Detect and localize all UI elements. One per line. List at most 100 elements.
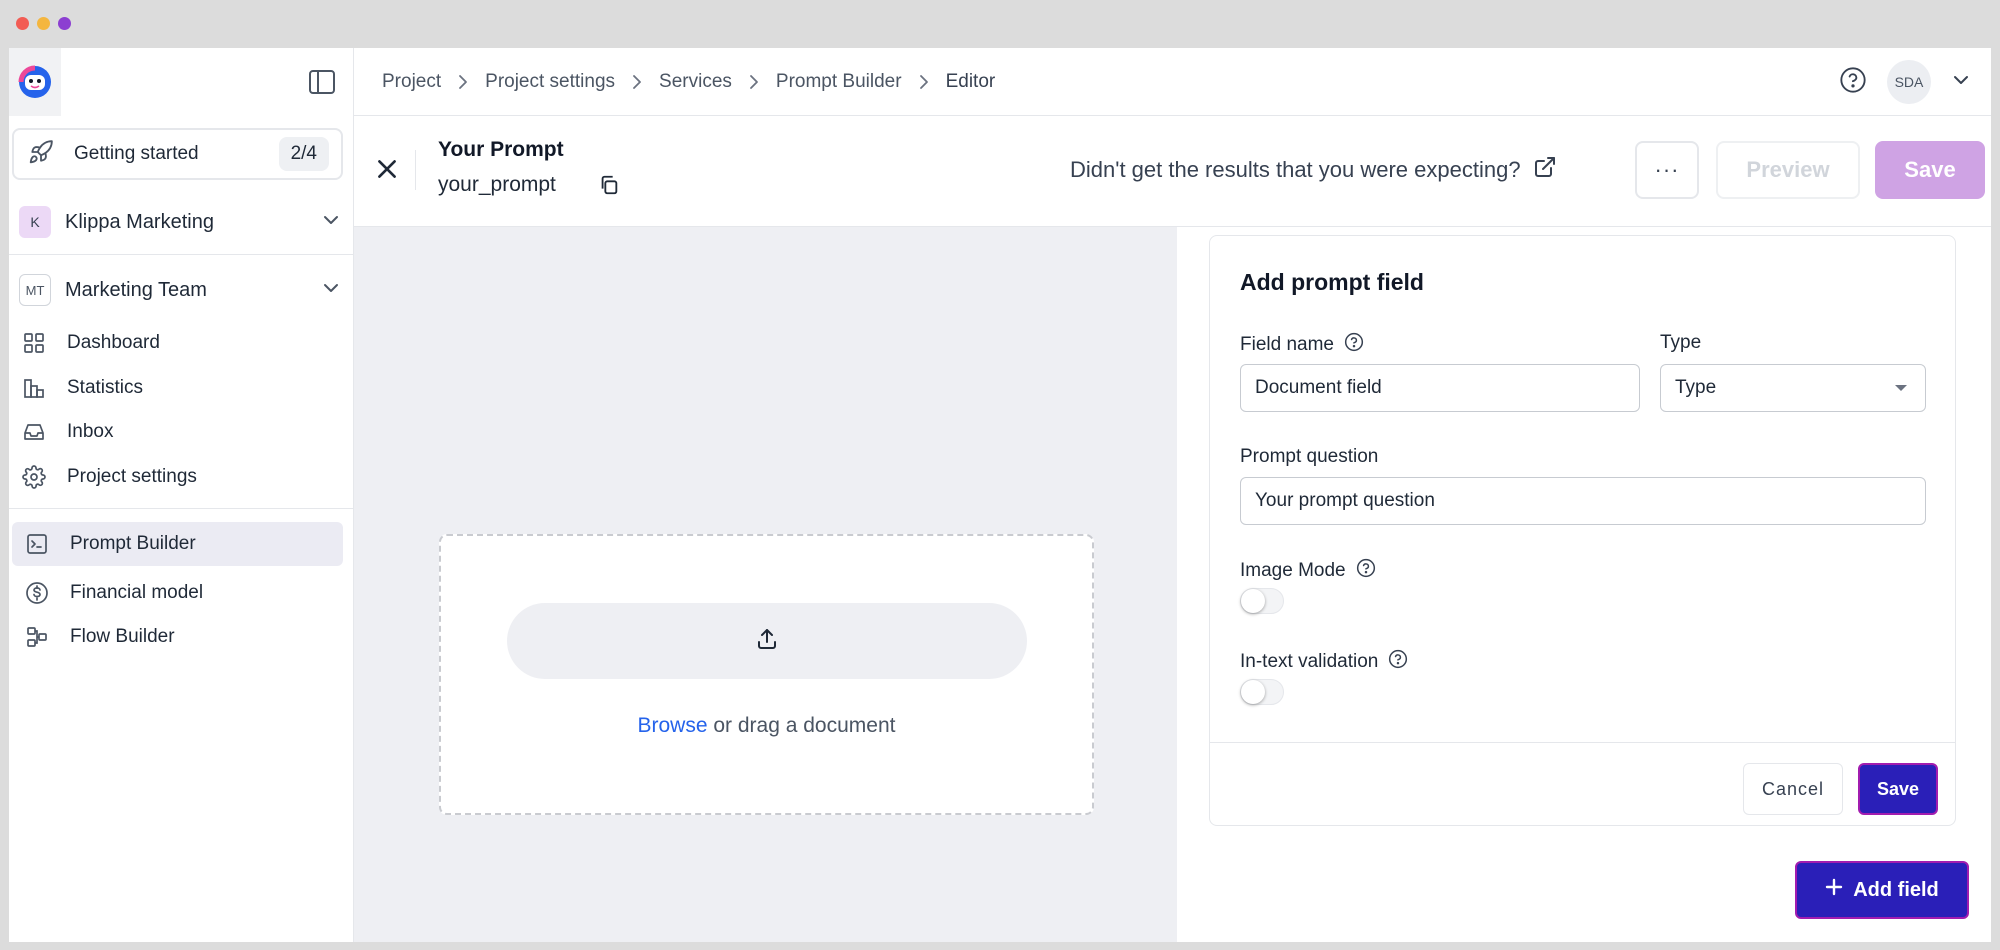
gear-icon — [21, 464, 47, 490]
intext-validation-toggle[interactable] — [1240, 679, 1284, 705]
sidebar-item-flow-builder[interactable]: Flow Builder — [12, 617, 346, 657]
window-frame: Getting started 2/4 K Klippa Marketing M… — [0, 0, 2000, 950]
preview-button[interactable]: Preview — [1716, 141, 1860, 199]
dropzone-instruction: or drag a document — [707, 714, 896, 737]
rocket-icon — [28, 139, 54, 170]
breadcrumb-prompt-builder[interactable]: Prompt Builder — [776, 71, 902, 93]
breadcrumb-project[interactable]: Project — [382, 71, 441, 93]
chevron-down-icon — [321, 210, 341, 235]
sidebar-item-label: Financial model — [70, 582, 204, 603]
top-right-controls: SDA — [1839, 60, 1971, 104]
organization-name: Klippa Marketing — [65, 210, 214, 233]
image-mode-label-text: Image Mode — [1240, 560, 1346, 581]
prompt-question-input[interactable]: Your prompt question — [1240, 477, 1926, 525]
image-mode-label: Image Mode — [1240, 558, 1376, 584]
field-name-label: Field name — [1240, 332, 1364, 358]
help-icon[interactable] — [1344, 332, 1364, 358]
sidebar-item-label: Dashboard — [67, 332, 160, 353]
sidebar-item-statistics[interactable]: Statistics — [9, 368, 343, 408]
image-mode-toggle[interactable] — [1240, 588, 1284, 614]
document-canvas: Browse or drag a document — [354, 227, 1177, 942]
minimize-window-dot[interactable] — [37, 17, 50, 30]
field-name-input[interactable]: Document field — [1240, 364, 1640, 412]
breadcrumb-project-settings[interactable]: Project settings — [485, 71, 615, 93]
sidebar-item-project-settings[interactable]: Project settings — [9, 457, 343, 497]
sidebar-divider — [9, 508, 354, 509]
toggle-knob — [1241, 680, 1265, 704]
sidebar-divider — [9, 254, 354, 255]
app-window: Getting started 2/4 K Klippa Marketing M… — [9, 48, 1991, 942]
external-link-icon — [1533, 155, 1557, 185]
cancel-button[interactable]: Cancel — [1743, 763, 1843, 815]
chevron-right-icon — [631, 74, 643, 90]
sidebar-item-dashboard[interactable]: Dashboard — [9, 323, 343, 363]
header-divider — [415, 150, 416, 190]
help-icon[interactable] — [1388, 649, 1408, 675]
upload-button[interactable] — [507, 603, 1027, 679]
chevron-down-icon — [321, 278, 341, 303]
card-title: Add prompt field — [1240, 269, 1424, 295]
close-window-dot[interactable] — [16, 17, 29, 30]
add-field-button[interactable]: Add field — [1795, 861, 1969, 919]
toggle-knob — [1241, 589, 1265, 613]
feedback-hint[interactable]: Didn't get the results that you were exp… — [1070, 155, 1557, 185]
more-options-button[interactable]: ··· — [1635, 141, 1699, 199]
dropzone-text: Browse or drag a document — [441, 714, 1092, 738]
maximize-window-dot[interactable] — [58, 17, 71, 30]
inbox-icon — [21, 419, 47, 445]
breadcrumb: Project Project settings Services Prompt… — [382, 71, 995, 93]
team-badge: MT — [19, 274, 51, 306]
sidebar-item-financial-model[interactable]: Financial model — [12, 573, 346, 613]
breadcrumb-editor: Editor — [945, 70, 996, 92]
type-select[interactable]: Type — [1660, 364, 1926, 412]
window-controls — [16, 17, 71, 30]
add-prompt-field-card: Add prompt field Field name Document fie… — [1209, 235, 1956, 826]
avatar[interactable]: SDA — [1887, 60, 1931, 104]
help-icon[interactable] — [1839, 66, 1867, 99]
bar-chart-icon — [21, 375, 47, 401]
team-switcher[interactable]: MT Marketing Team — [19, 270, 341, 310]
prompt-question-label: Prompt question — [1240, 446, 1379, 467]
terminal-icon — [24, 531, 50, 557]
document-dropzone[interactable]: Browse or drag a document — [439, 534, 1094, 815]
chevron-right-icon — [918, 74, 930, 90]
sidebar-item-label: Statistics — [67, 377, 144, 398]
copy-icon[interactable] — [598, 174, 620, 201]
breadcrumb-services[interactable]: Services — [659, 71, 732, 93]
intext-validation-label-text: In-text validation — [1240, 651, 1379, 672]
chevron-down-icon[interactable] — [1951, 70, 1971, 95]
sidebar-item-inbox[interactable]: Inbox — [9, 412, 343, 452]
getting-started-progress: 2/4 — [278, 137, 329, 171]
prompt-title: Your Prompt — [438, 138, 564, 161]
sidebar-item-label: Project settings — [67, 466, 197, 487]
logo-icon — [18, 65, 51, 98]
sidebar-item-label: Flow Builder — [70, 626, 175, 647]
grid-icon — [21, 330, 47, 356]
add-field-label: Add field — [1853, 878, 1939, 901]
close-icon[interactable] — [374, 156, 400, 182]
sidebar-item-prompt-builder[interactable]: Prompt Builder — [12, 522, 343, 566]
getting-started-label: Getting started — [74, 143, 199, 164]
app-logo[interactable] — [9, 48, 61, 116]
organization-switcher[interactable]: K Klippa Marketing — [19, 202, 341, 242]
save-prompt-button[interactable]: Save — [1875, 141, 1985, 199]
top-bar: Project Project settings Services Prompt… — [354, 48, 1991, 116]
sidebar-item-label: Prompt Builder — [70, 533, 196, 554]
field-name-label-text: Field name — [1240, 334, 1334, 355]
team-name: Marketing Team — [65, 278, 207, 301]
plus-icon — [1825, 878, 1843, 902]
chevron-right-icon — [457, 74, 469, 90]
type-label: Type — [1660, 332, 1702, 353]
browse-link[interactable]: Browse — [638, 714, 708, 737]
chevron-right-icon — [748, 74, 760, 90]
editor-header: Your Prompt your_prompt Didn't get the r… — [354, 116, 1991, 227]
intext-validation-label: In-text validation — [1240, 649, 1408, 675]
save-field-button[interactable]: Save — [1858, 763, 1938, 815]
flow-icon — [24, 624, 50, 650]
feedback-hint-text: Didn't get the results that you were exp… — [1070, 157, 1521, 182]
type-select-value: Type — [1675, 377, 1717, 398]
getting-started-button[interactable]: Getting started 2/4 — [12, 128, 343, 180]
help-icon[interactable] — [1356, 558, 1376, 584]
sidebar-toggle-icon[interactable] — [309, 70, 335, 94]
caret-down-icon — [1895, 385, 1907, 391]
